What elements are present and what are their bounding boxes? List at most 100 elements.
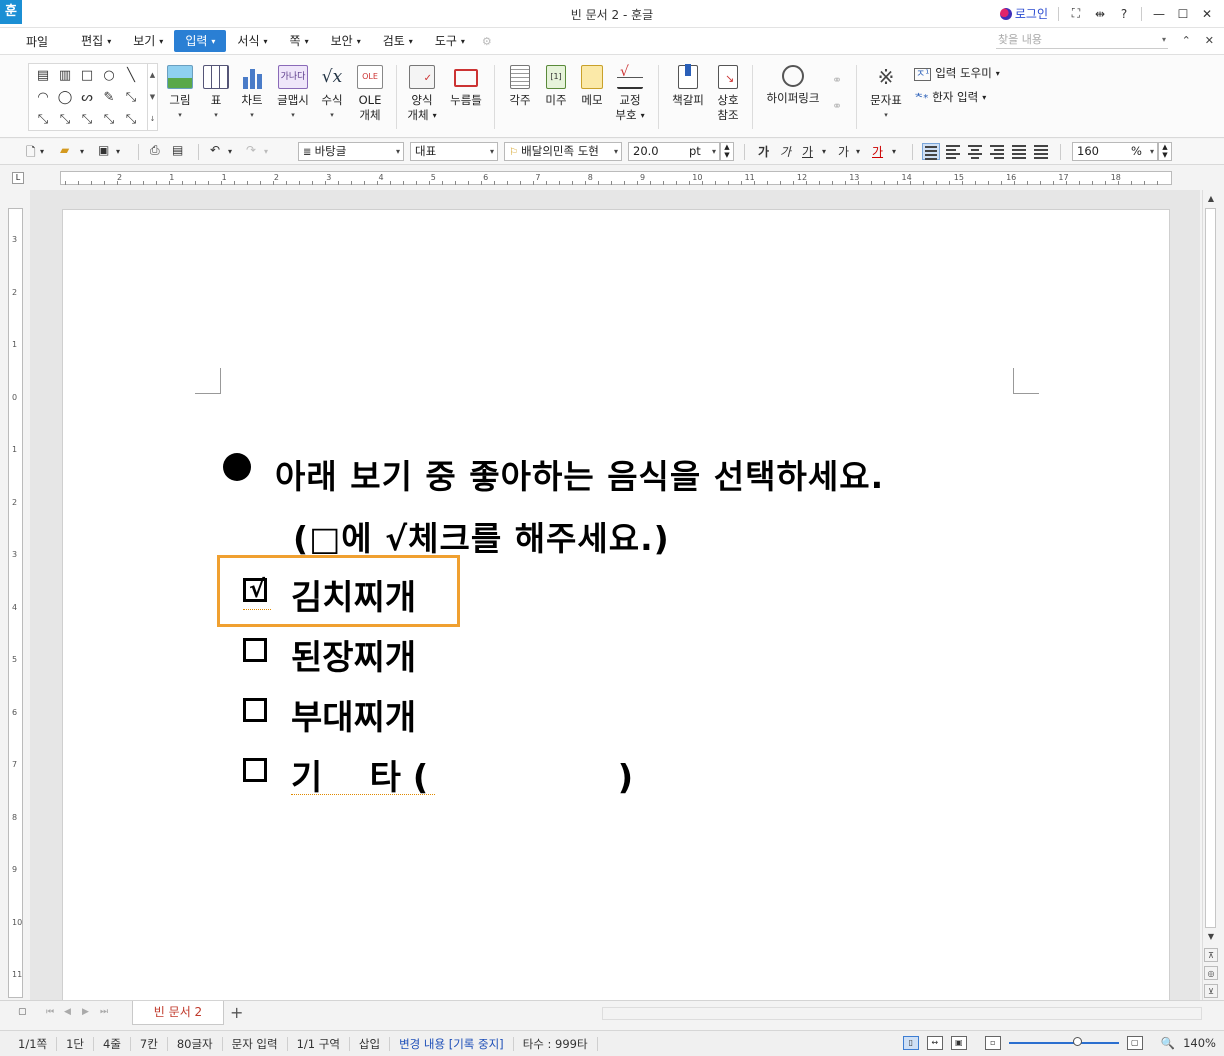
horizontal-ruler[interactable]: 2 1 1 2 3 4 5 6 7 8 9 10 11 12 13 14 15 16 17 18 xyxy=(60,171,1172,185)
status-insert[interactable]: 삽입 xyxy=(350,1036,391,1051)
zoom-icon[interactable]: 🔍 xyxy=(1161,1036,1175,1050)
font-size-stepper[interactable]: ▲ ▼ xyxy=(720,142,734,161)
chevron-down-icon[interactable]: ▾ xyxy=(892,147,896,156)
preview-icon[interactable]: ▤ xyxy=(172,143,183,157)
shapes-scroll[interactable]: ▲ ▼ ↓ xyxy=(148,63,158,131)
chevron-down-icon[interactable]: ▾ xyxy=(856,147,860,156)
menu-edit[interactable]: 편집 ▾ xyxy=(70,30,122,52)
right-align-button[interactable] xyxy=(988,143,1006,160)
help-button[interactable]: ? xyxy=(1117,7,1131,21)
more-icon[interactable]: ↓ xyxy=(150,115,156,123)
find-icon[interactable]: ◎ xyxy=(1204,966,1218,980)
scroll-up-icon[interactable]: ▲ xyxy=(1204,192,1218,206)
ribbon-table-button[interactable]: 표 ▾ xyxy=(202,65,230,123)
document-tab[interactable]: 빈 문서 2 xyxy=(132,1001,224,1025)
collapse-ribbon-icon[interactable]: ⌃ xyxy=(1182,34,1191,47)
chevron-down-icon[interactable]: ▾ xyxy=(822,147,826,156)
menu-insert[interactable]: 입력 ▾ xyxy=(174,30,227,52)
scroll-thumb[interactable] xyxy=(1205,208,1216,928)
print-icon[interactable]: ⎙ xyxy=(150,143,160,158)
zoom-out-icon[interactable]: ▫ xyxy=(984,1036,1001,1050)
save-icon[interactable]: ▣ xyxy=(98,143,109,157)
font-size-input[interactable]: 20.0 pt ▾ xyxy=(628,142,720,161)
arc-shape-icon[interactable]: ◠ xyxy=(32,87,54,109)
open-folder-icon[interactable]: ▰ xyxy=(60,143,69,157)
ellipse-shape-icon[interactable]: ○ xyxy=(98,65,120,87)
ribbon-formula-button[interactable]: √x 수식 ▾ xyxy=(316,65,348,123)
divide-align-button[interactable] xyxy=(1032,143,1050,160)
hanja-input-button[interactable]: ᅕ* 한자 입력 ▾ xyxy=(914,89,986,105)
connector-shape-icon[interactable]: ⤡ xyxy=(120,87,142,109)
italic-button[interactable]: 가 xyxy=(780,143,791,160)
close-document-icon[interactable]: ✕ xyxy=(1205,34,1214,47)
next-tab-icon[interactable]: ▶ xyxy=(82,1007,89,1017)
vertical-scrollbar[interactable]: ▲ ▼ ⊼ ◎ ⊻ xyxy=(1202,190,1218,1000)
rectangle-shape-icon[interactable]: □ xyxy=(76,65,98,87)
undo-icon[interactable]: ↶ xyxy=(210,143,220,157)
tools-extra-icon[interactable]: ⚙ xyxy=(482,35,492,48)
language-select[interactable]: 대표 ▾ xyxy=(410,142,498,161)
chevron-down-icon[interactable]: ▾ xyxy=(40,147,44,156)
ribbon-wordart-button[interactable]: 가나다 글맵시 ▾ xyxy=(274,65,312,123)
vertical-ruler[interactable]: 3 2 1 0 1 2 3 4 5 6 7 8 9 10 11 xyxy=(8,208,23,998)
menu-review[interactable]: 검토 ▾ xyxy=(372,30,424,52)
polygon-shape-icon[interactable]: ◯ xyxy=(54,87,76,109)
ribbon-picture-button[interactable]: 그림 ▾ xyxy=(166,65,194,123)
maximize-button[interactable]: ☐ xyxy=(1176,7,1190,21)
login-button[interactable]: 로그인 xyxy=(999,5,1048,22)
option-label[interactable]: 부대찌개 xyxy=(291,690,416,739)
ribbon-cross-reference-button[interactable]: ↘ 상호 참조 xyxy=(712,65,744,123)
close-button[interactable]: ✕ xyxy=(1200,7,1214,21)
chevron-down-icon[interactable]: ▼ xyxy=(150,93,155,101)
ribbon-hyperlink-button[interactable]: 하이퍼링크 xyxy=(762,65,824,106)
question-text[interactable]: 아래 보기 중 좋아하는 음식을 선택하세요. xyxy=(275,450,884,498)
ribbon-endnote-button[interactable]: [1] 미주 xyxy=(540,65,572,108)
ribbon-footnote-button[interactable]: 각주 xyxy=(504,65,536,108)
split-view-icon[interactable]: ⇹ xyxy=(1093,7,1107,21)
chevron-down-icon[interactable]: ▾ xyxy=(80,147,84,156)
font-select[interactable]: ⚐ 배달의민족 도현 ▾ xyxy=(504,142,622,161)
menu-format[interactable]: 서식 ▾ xyxy=(226,30,278,52)
freehand-shape-icon[interactable]: ✎ xyxy=(98,87,120,109)
option-label[interactable]: 된장찌개 xyxy=(291,630,416,679)
zoom-in-icon[interactable]: ▢ xyxy=(1126,1036,1143,1050)
connector-shape-icon[interactable]: ⤡ xyxy=(98,109,120,131)
view-layout-icon[interactable]: ▢ xyxy=(18,1007,27,1017)
justify-align-button[interactable] xyxy=(922,143,940,160)
status-page[interactable]: 1/1쪽 xyxy=(0,1036,58,1051)
status-track-changes[interactable]: 변경 내용 [기록 중지] xyxy=(390,1036,514,1051)
menu-security[interactable]: 보안 ▾ xyxy=(320,30,372,52)
zoom-input[interactable]: 160% ▾ xyxy=(1072,142,1158,161)
center-align-button[interactable] xyxy=(966,143,984,160)
normal-view-icon[interactable]: ▯ xyxy=(902,1036,919,1050)
chevron-down-icon[interactable]: ▾ xyxy=(116,147,120,156)
search-input[interactable]: 찾을 내용 ▾ xyxy=(996,32,1168,49)
menu-page[interactable]: 쪽 ▾ xyxy=(279,30,320,52)
curve-shape-icon[interactable]: ᔕ xyxy=(76,87,98,109)
ribbon-symbol-button[interactable]: ※ 문자표 ▾ xyxy=(866,65,906,123)
option-label[interactable]: 기 타 ( ) xyxy=(291,750,633,799)
zoom-level[interactable]: 140% xyxy=(1183,1036,1216,1050)
horizontal-scrollbar[interactable] xyxy=(602,1007,1202,1020)
redo-icon[interactable]: ↷ xyxy=(246,143,256,157)
tab-type-icon[interactable]: L xyxy=(12,172,24,184)
vertical-textbox-shape-icon[interactable]: ▥ xyxy=(54,65,76,87)
checkbox-unchecked[interactable] xyxy=(243,698,267,722)
ribbon-ole-button[interactable]: OLE OLE 개체 xyxy=(354,65,386,123)
option-label[interactable]: 김치찌개 xyxy=(291,570,416,619)
chevron-up-icon[interactable]: ▲ xyxy=(150,71,155,79)
fullscreen-icon[interactable]: ⛶ xyxy=(1069,6,1083,21)
checkbox-unchecked[interactable] xyxy=(243,758,267,782)
first-tab-icon[interactable]: ⏮ xyxy=(46,1007,54,1017)
chevron-down-icon[interactable]: ▾ xyxy=(228,147,232,156)
distribute-align-button[interactable] xyxy=(1010,143,1028,160)
input-helper-button[interactable]: ㅈ¹ 입력 도우미 ▾ xyxy=(914,65,1000,81)
new-document-icon[interactable]: 🗋 xyxy=(26,143,36,164)
checkbox-unchecked[interactable] xyxy=(243,638,267,662)
menu-tools[interactable]: 도구 ▾ xyxy=(424,30,476,52)
menu-file[interactable]: 파일 xyxy=(26,33,48,50)
status-input-mode[interactable]: 문자 입력 xyxy=(223,1036,288,1051)
ribbon-form-object-button[interactable]: ✓ 양식 개체 ▾ xyxy=(406,65,438,123)
connector-shape-icon[interactable]: ⤡ xyxy=(32,109,54,131)
checkbox-checked[interactable]: √ xyxy=(243,575,267,603)
